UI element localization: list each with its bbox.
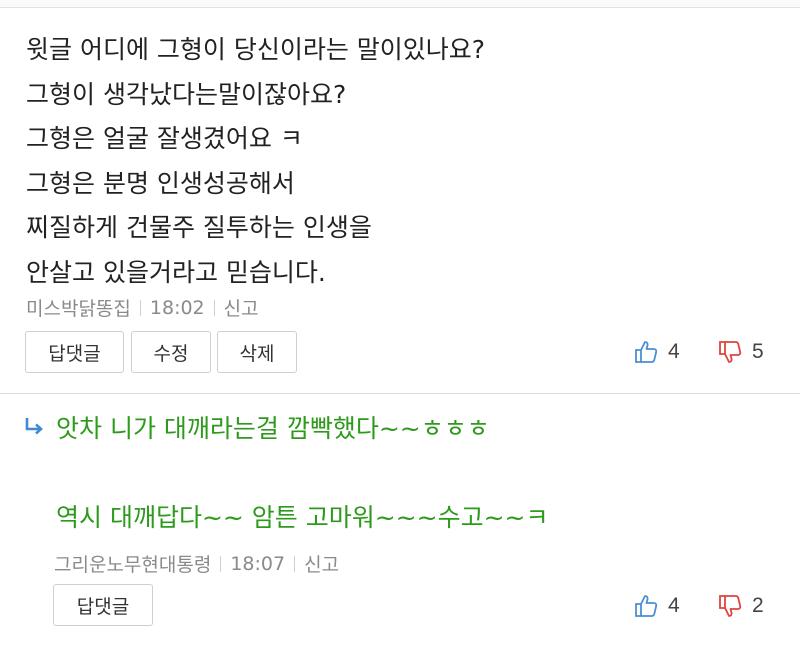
thumbs-down-icon [719, 595, 742, 617]
timestamp: 18:07 [230, 552, 286, 575]
edit-button[interactable]: 수정 [131, 331, 211, 373]
meta-divider [294, 555, 296, 572]
dislike-count: 2 [752, 594, 764, 617]
comment-line: 그형은 분명 인생성공해서 [26, 168, 295, 198]
comment-line: 찌질하게 건물주 질투하는 인생을 [26, 213, 372, 242]
like-button[interactable]: 4 [634, 340, 680, 364]
reply-button[interactable]: 답댓글 [53, 584, 153, 626]
author-name[interactable]: 미스박닭똥집 [26, 294, 131, 321]
meta-divider [139, 299, 141, 316]
comment-body: 윗글 어디에 그형이 당신이라는 말이있나요? 그형이 생각났다는말이잖아요? … [26, 28, 766, 295]
reply-arrow-icon [25, 418, 43, 435]
like-count: 4 [668, 340, 680, 363]
comment-body: 역시 대깨답다~~ 암튼 고마워~~~수고~~ㅋ [56, 503, 549, 532]
delete-button[interactable]: 삭제 [217, 331, 297, 373]
comment-meta: 미스박닭똥집 18:02 신고 [26, 294, 259, 321]
thumbs-up-icon [635, 595, 658, 617]
report-link[interactable]: 신고 [304, 550, 339, 577]
comment: 윗글 어디에 그형이 당신이라는 말이있나요? 그형이 생각났다는말이잖아요? … [0, 8, 800, 394]
like-button[interactable]: 4 [634, 594, 680, 618]
timestamp: 18:02 [149, 296, 205, 319]
comment-line: 윗글 어디에 그형이 당신이라는 말이있나요? [26, 35, 486, 64]
meta-divider [213, 299, 215, 316]
report-link[interactable]: 신고 [224, 294, 259, 321]
top-divider [0, 0, 800, 8]
thumbs-up-icon [635, 341, 658, 363]
author-name[interactable]: 그리운노무현대통령 [54, 550, 211, 577]
reply-quote: 앗차 니가 대깨라는걸 깜빡했다~~ㅎㅎㅎ [56, 414, 490, 443]
reply-button[interactable]: 답댓글 [25, 331, 124, 373]
thumbs-down-icon [719, 341, 742, 363]
comment-line: 안살고 있을거라고 믿습니다. [26, 257, 326, 287]
dislike-button[interactable]: 5 [718, 340, 764, 364]
comment-line: 그형은 얼굴 잘생겼어요 ㅋ [26, 124, 303, 153]
dislike-count: 5 [752, 340, 764, 363]
comment-meta: 그리운노무현대통령 18:07 신고 [54, 550, 339, 577]
comment-line: 그형이 생각났다는말이잖아요? [26, 79, 347, 109]
dislike-button[interactable]: 2 [718, 594, 764, 618]
like-count: 4 [668, 594, 680, 617]
meta-divider [220, 555, 222, 572]
reply-comment: 앗차 니가 대깨라는걸 깜빡했다~~ㅎㅎㅎ 역시 대깨답다~~ 암튼 고마워~~… [0, 395, 800, 652]
